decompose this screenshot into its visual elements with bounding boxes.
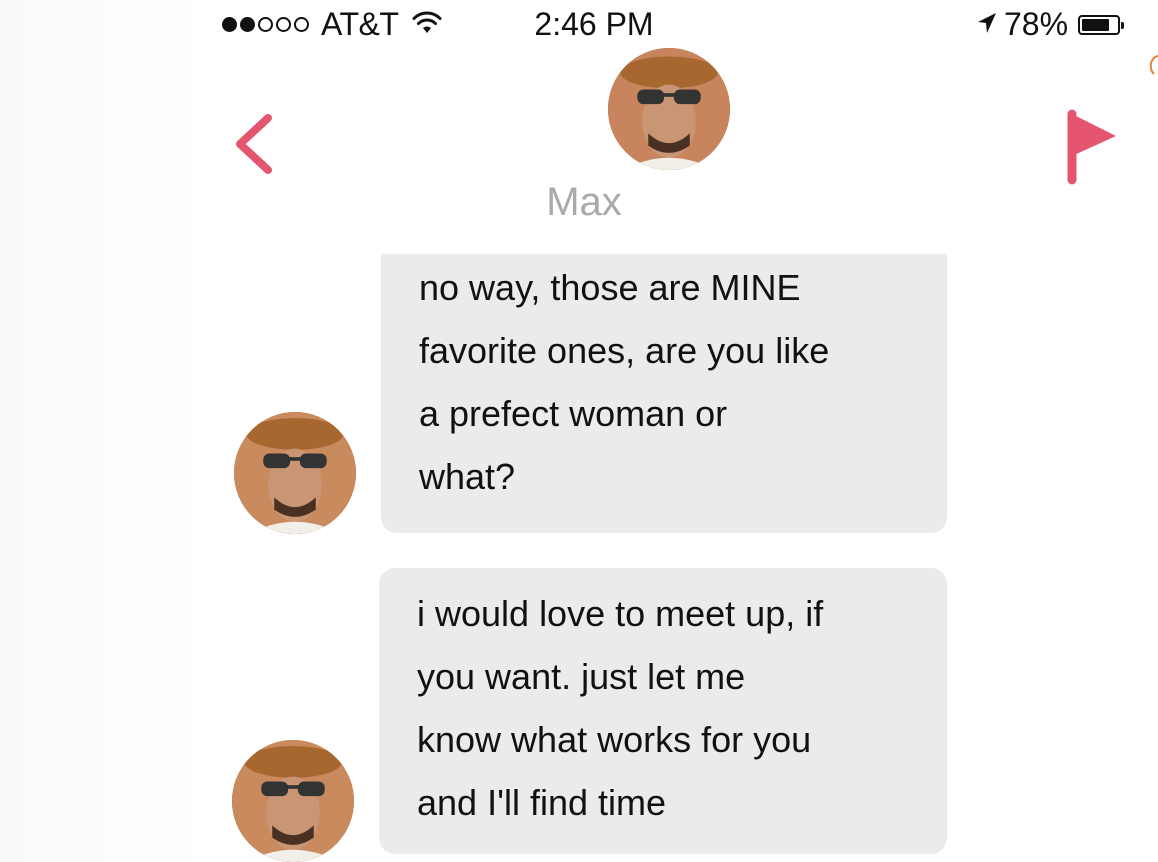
profile-photo: [234, 412, 356, 534]
message-avatar[interactable]: [234, 412, 356, 534]
message-text-line: you want. just let me: [417, 656, 746, 697]
chevron-left-icon: [236, 114, 272, 174]
report-button[interactable]: [1052, 106, 1122, 186]
battery-icon: [1078, 14, 1125, 35]
back-button[interactable]: [224, 104, 284, 184]
profile-photo: [608, 48, 730, 170]
message-text-line: no way, those are MINE: [419, 267, 801, 308]
message-text-line: know what works for you: [417, 719, 812, 760]
status-bar: AT&T 2:46 PM 78%: [0, 0, 1158, 52]
edge-fragment-icon: [1148, 50, 1158, 80]
profile-photo: [232, 740, 354, 862]
message-avatar[interactable]: [232, 740, 354, 862]
message-text-line: and I'll find time: [417, 782, 666, 823]
contact-name[interactable]: Max: [0, 180, 1158, 225]
message-bubble[interactable]: no way, those are MINE favorite ones, ar…: [381, 254, 947, 533]
message-text-line: i would love to meet up, if: [417, 593, 824, 634]
message-text-line: a prefect woman or: [419, 393, 728, 434]
location-arrow-icon: [976, 6, 998, 43]
message-text-line: favorite ones, are you like: [419, 330, 830, 371]
message-bubble[interactable]: i would love to meet up, if you want. ju…: [379, 568, 947, 854]
flag-icon: [1067, 109, 1116, 185]
contact-avatar[interactable]: [608, 48, 730, 170]
battery-fill: [1082, 18, 1110, 31]
battery-percent: 78%: [1004, 6, 1069, 42]
status-right: 78%: [976, 6, 1125, 43]
message-text-line: what?: [419, 456, 516, 497]
